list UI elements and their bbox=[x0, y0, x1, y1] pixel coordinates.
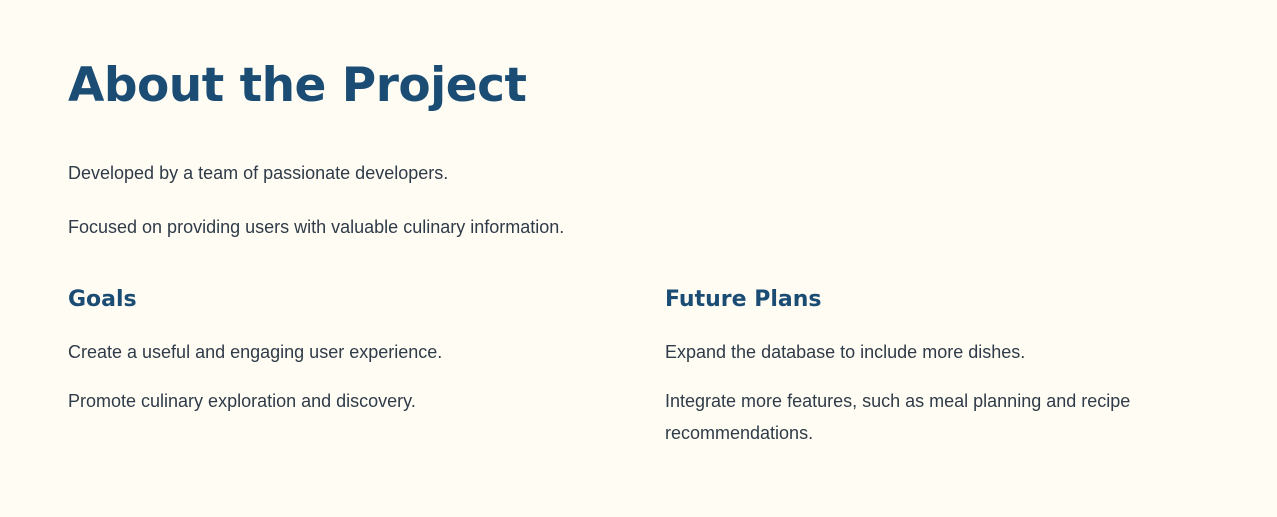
page-title: About the Project bbox=[68, 58, 527, 113]
future-plan-item: Integrate more features, such as meal pl… bbox=[665, 391, 1131, 443]
intro-text-team: Developed by a team of passionate develo… bbox=[68, 163, 449, 183]
future-plans-section: Future Plans Expand the database to incl… bbox=[665, 284, 1165, 466]
goals-section: Goals Create a useful and engaging user … bbox=[68, 284, 568, 434]
goal-item: Create a useful and engaging user experi… bbox=[68, 342, 443, 362]
future-plan-item: Expand the database to include more dish… bbox=[665, 342, 1026, 362]
intro-text-focus: Focused on providing users with valuable… bbox=[68, 217, 565, 237]
future-plans-title: Future Plans bbox=[665, 287, 822, 312]
about-section: About the Project Developed by a team of… bbox=[68, 0, 1208, 517]
goals-title: Goals bbox=[68, 287, 137, 312]
goal-item: Promote culinary exploration and discove… bbox=[68, 391, 416, 411]
